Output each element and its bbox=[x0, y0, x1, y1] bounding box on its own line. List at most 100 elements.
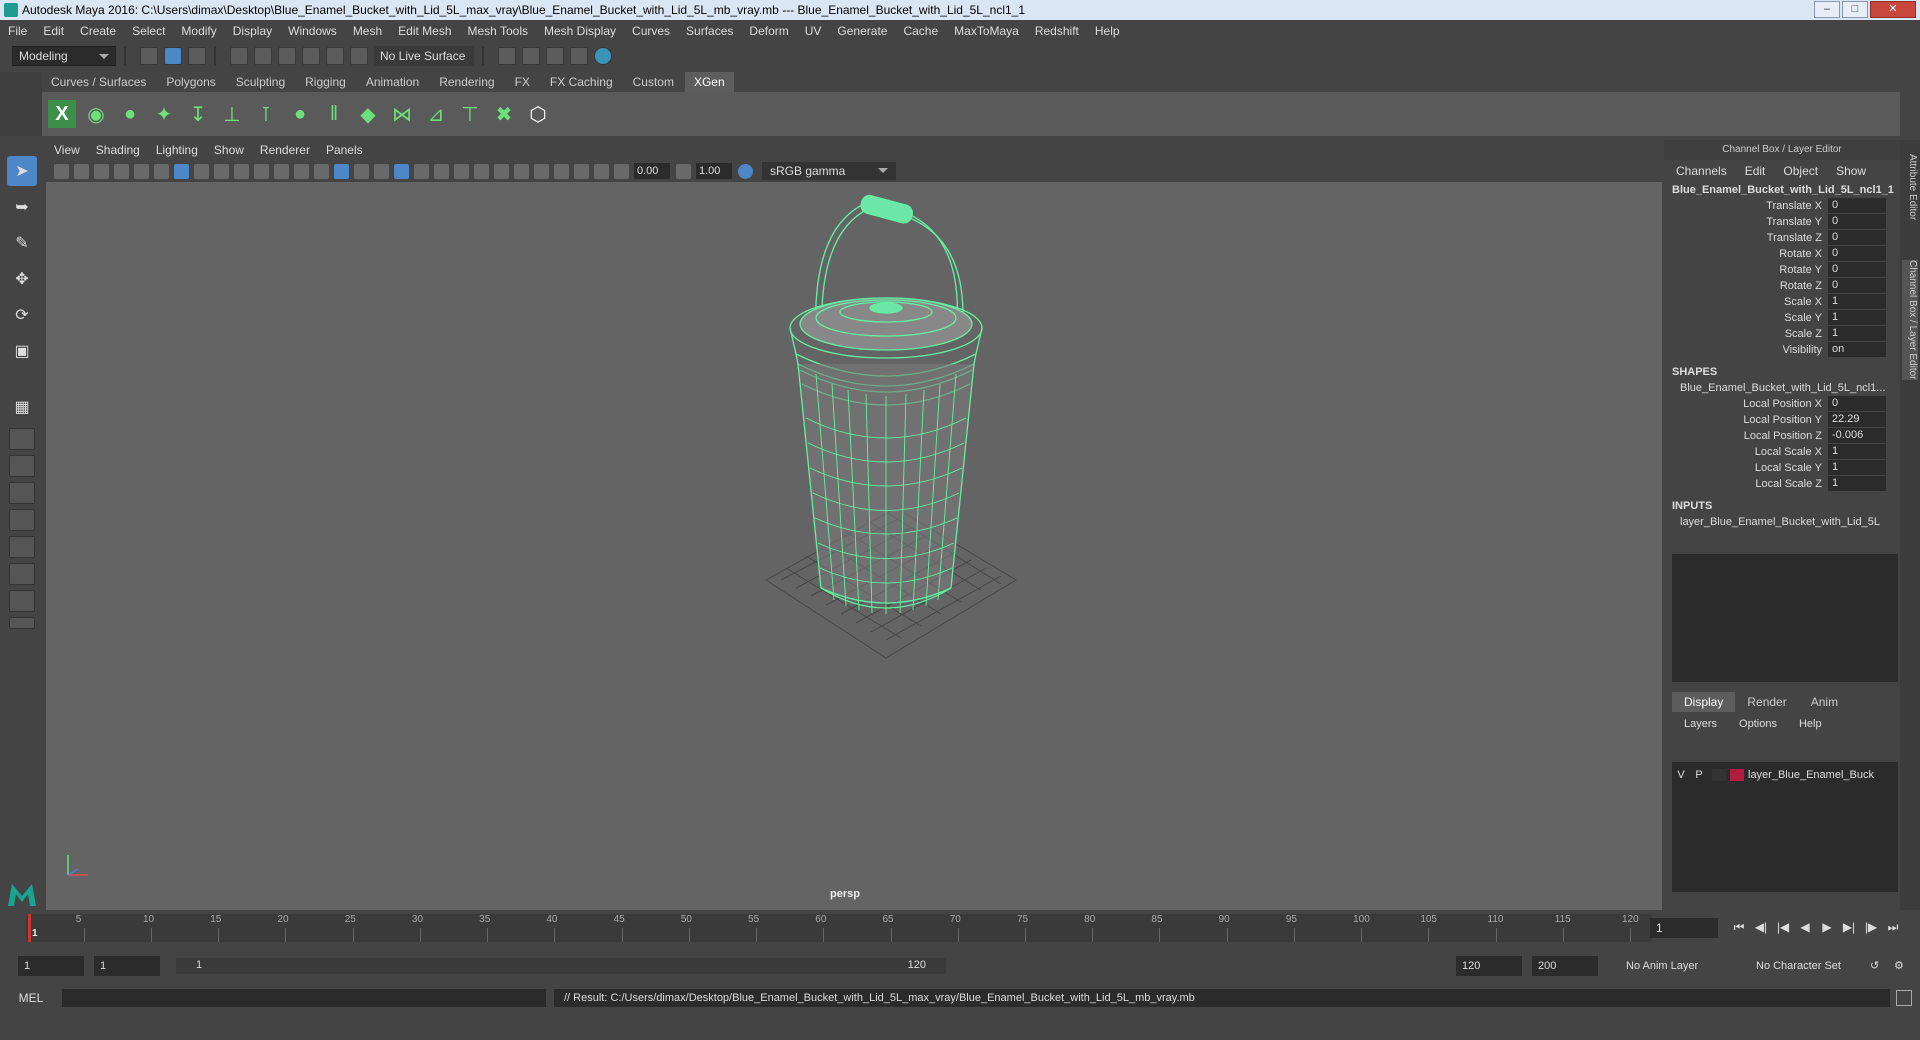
shelf-tab-animation[interactable]: Animation bbox=[357, 72, 428, 92]
channel-row[interactable]: Translate Z0 bbox=[1664, 230, 1900, 246]
render-settings-icon[interactable] bbox=[570, 47, 588, 65]
menu-mesh-tools[interactable]: Mesh Tools bbox=[468, 24, 528, 38]
viewport-menu-renderer[interactable]: Renderer bbox=[260, 143, 310, 157]
layout-outliner-icon[interactable] bbox=[9, 509, 35, 531]
channel-row[interactable]: Rotate Z0 bbox=[1664, 278, 1900, 294]
layer-menu-layers[interactable]: Layers bbox=[1684, 718, 1717, 730]
channel-name[interactable]: Local Scale X bbox=[1664, 444, 1828, 460]
channel-row[interactable]: Rotate X0 bbox=[1664, 246, 1900, 262]
channel-name[interactable]: Translate Y bbox=[1664, 214, 1828, 230]
xray-joints-icon[interactable] bbox=[574, 163, 589, 179]
shelf-tab-curves-surfaces[interactable]: Curves / Surfaces bbox=[42, 72, 155, 92]
channel-value[interactable]: on bbox=[1828, 342, 1886, 357]
step-forward-frame-icon[interactable]: |▶ bbox=[1860, 920, 1882, 935]
shelf-tab-fx[interactable]: FX bbox=[506, 72, 539, 92]
end-time-field[interactable]: 200 bbox=[1532, 956, 1598, 976]
layout-hypershade-icon[interactable] bbox=[9, 563, 35, 585]
xgen-convert-icon[interactable]: ✖ bbox=[490, 100, 518, 128]
channel-row[interactable]: Local Position Z -0.006 bbox=[1664, 428, 1900, 444]
channel-menu-object[interactable]: Object bbox=[1783, 164, 1818, 178]
resolution-gate-icon[interactable] bbox=[214, 163, 229, 179]
channel-row[interactable]: Visibility on bbox=[1664, 342, 1900, 358]
rotate-tool-icon[interactable]: ⟳ bbox=[7, 300, 37, 330]
menu-modify[interactable]: Modify bbox=[181, 24, 216, 38]
isolate-select-icon[interactable] bbox=[554, 163, 569, 179]
channel-name[interactable]: Rotate Z bbox=[1664, 278, 1828, 294]
layout-four-view-icon[interactable] bbox=[9, 428, 35, 450]
layer-name[interactable]: layer_Blue_Enamel_Buck bbox=[1748, 769, 1874, 781]
gamma-field[interactable]: 1.00 bbox=[696, 163, 732, 179]
current-time-indicator[interactable] bbox=[28, 914, 31, 942]
select-by-object-icon[interactable] bbox=[164, 47, 182, 65]
viewport-menu-view[interactable]: View bbox=[54, 143, 80, 157]
start-time-field[interactable]: 1 bbox=[18, 956, 84, 976]
render-frame-icon[interactable] bbox=[522, 47, 540, 65]
grid-icon[interactable] bbox=[174, 163, 189, 179]
menu-select[interactable]: Select bbox=[132, 24, 165, 38]
go-to-end-icon[interactable]: ⏭ bbox=[1882, 920, 1904, 935]
gamma-icon[interactable] bbox=[676, 163, 691, 179]
ambient-occlusion-icon[interactable] bbox=[474, 163, 489, 179]
snap-grid-icon[interactable] bbox=[230, 47, 248, 65]
menu-deform[interactable]: Deform bbox=[749, 24, 788, 38]
attribute-editor-tab[interactable]: Attribute Editor bbox=[1902, 154, 1918, 220]
channel-name[interactable]: Scale X bbox=[1664, 294, 1828, 310]
viewport-persp[interactable]: View Shading Lighting Show Renderer Panels 0.… bbox=[46, 140, 1662, 910]
safe-title-icon[interactable] bbox=[294, 163, 309, 179]
shelf-tab-fx-caching[interactable]: FX Caching bbox=[541, 72, 622, 92]
selected-object-name[interactable]: Blue_Enamel_Bucket_with_Lid_5L_ncl1_1 bbox=[1664, 182, 1900, 198]
channel-row[interactable]: Scale Z1 bbox=[1664, 326, 1900, 342]
last-tool-icon[interactable]: ▦ bbox=[7, 392, 37, 422]
step-forward-key-icon[interactable]: ▶| bbox=[1838, 920, 1860, 935]
2d-pan-zoom-icon[interactable] bbox=[134, 163, 149, 179]
ipr-render-icon[interactable] bbox=[546, 47, 564, 65]
lights-icon[interactable] bbox=[434, 163, 449, 179]
script-language-toggle[interactable]: MEL bbox=[0, 991, 62, 1005]
time-ruler[interactable]: 1 5 10 15 20 25 30 35 40 45 50 55 60 65 70 75 80 85 90 95 10… bbox=[26, 914, 1652, 942]
select-by-hierarchy-icon[interactable] bbox=[140, 47, 158, 65]
layout-more-icon[interactable] bbox=[9, 617, 35, 629]
render-view-icon[interactable] bbox=[498, 47, 516, 65]
layout-stacked-icon[interactable] bbox=[9, 482, 35, 504]
channel-row[interactable]: Local Scale Z1 bbox=[1664, 476, 1900, 492]
shelf-tab-rendering[interactable]: Rendering bbox=[430, 72, 503, 92]
menu-uv[interactable]: UV bbox=[805, 24, 822, 38]
color-space-dropdown[interactable]: sRGB gamma bbox=[762, 162, 896, 180]
xray-active-icon[interactable] bbox=[594, 163, 609, 179]
image-plane-icon[interactable] bbox=[114, 163, 129, 179]
bookmark-icon[interactable] bbox=[94, 163, 109, 179]
xgen-hex-icon[interactable]: ⬡ bbox=[524, 100, 552, 128]
lasso-tool-icon[interactable]: ➥ bbox=[7, 192, 37, 222]
xgen-lock-length-icon[interactable]: ● bbox=[286, 100, 314, 128]
menu-mesh[interactable]: Mesh bbox=[353, 24, 382, 38]
anti-aliasing-icon[interactable] bbox=[514, 163, 529, 179]
channel-name[interactable]: Local Scale Z bbox=[1664, 476, 1828, 492]
channel-value[interactable]: 0 bbox=[1828, 262, 1886, 277]
menu-windows[interactable]: Windows bbox=[288, 24, 337, 38]
exposure-field[interactable]: 0.00 bbox=[634, 163, 670, 179]
shelf-tab-xgen[interactable]: XGen bbox=[684, 72, 734, 92]
channel-value[interactable]: 1 bbox=[1828, 460, 1886, 475]
channel-row[interactable]: Local Scale Y1 bbox=[1664, 460, 1900, 476]
range-slider[interactable]: 1 120 bbox=[176, 958, 946, 974]
xray-icon[interactable] bbox=[394, 163, 409, 179]
menu-redshift[interactable]: Redshift bbox=[1035, 24, 1079, 38]
menu-display[interactable]: Display bbox=[233, 24, 272, 38]
channel-row[interactable]: Local Position Y 22.29 bbox=[1664, 412, 1900, 428]
channel-row[interactable]: Translate X0 bbox=[1664, 198, 1900, 214]
channel-row[interactable]: Scale X1 bbox=[1664, 294, 1900, 310]
menu-edit-mesh[interactable]: Edit Mesh bbox=[398, 24, 451, 38]
viewport-menu-lighting[interactable]: Lighting bbox=[156, 143, 198, 157]
camera-attributes-icon[interactable] bbox=[74, 163, 89, 179]
layer-display-type[interactable] bbox=[1712, 769, 1726, 781]
close-button[interactable]: ✕ bbox=[1870, 1, 1916, 18]
layout-side-by-side-icon[interactable] bbox=[9, 455, 35, 477]
channel-row[interactable]: Local Scale X1 bbox=[1664, 444, 1900, 460]
channel-name[interactable]: Local Position Y bbox=[1664, 412, 1828, 428]
paint-select-tool-icon[interactable]: ✎ bbox=[7, 228, 37, 258]
shelf-tab-polygons[interactable]: Polygons bbox=[157, 72, 224, 92]
shape-node-name[interactable]: Blue_Enamel_Bucket_with_Lid_5L_ncl1... bbox=[1664, 380, 1900, 396]
menu-curves[interactable]: Curves bbox=[632, 24, 670, 38]
select-by-component-icon[interactable] bbox=[188, 47, 206, 65]
play-forwards-icon[interactable]: ▶ bbox=[1816, 920, 1838, 935]
